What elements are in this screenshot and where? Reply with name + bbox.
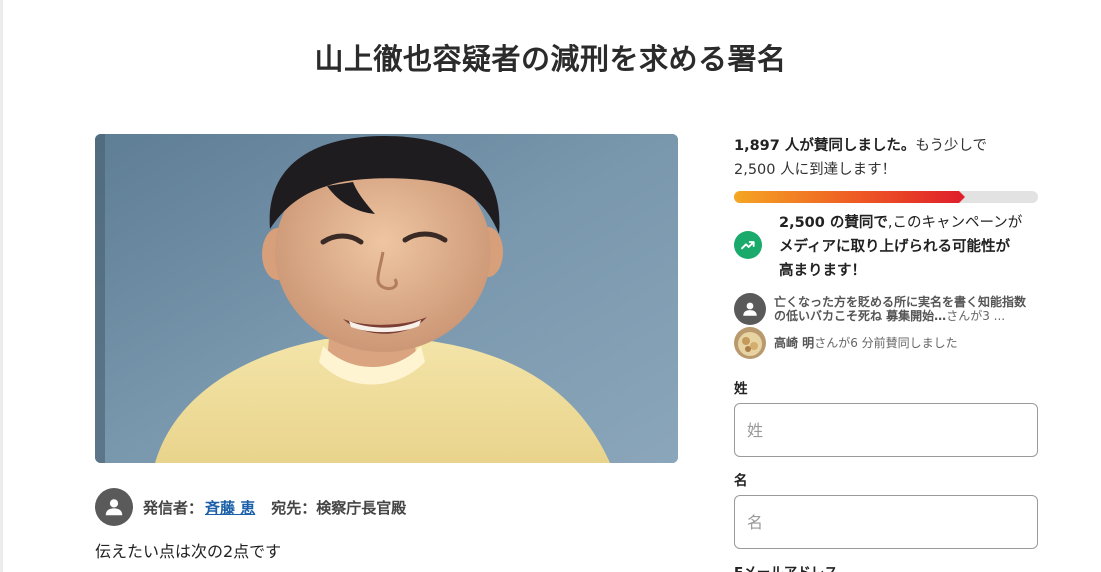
recent-signer-action: さんが3 ... <box>946 309 1006 323</box>
page-left-border <box>0 0 3 572</box>
sender-name-link[interactable]: 斉藤 恵 <box>205 497 255 518</box>
milestone-line3: 高まります！ <box>779 263 866 279</box>
recent-signer-item: 高崎 明さんが6 分前賛同しました <box>734 327 1038 359</box>
recent-signers: 亡くなった方を貶める所に実名を書く知能指数の低いバカこそ死ね 募集開始…さんが3… <box>734 293 1038 359</box>
signature-panel: 1,897 人が賛同しました。もう少しで 2,500 人に到達します！ 2,50… <box>734 134 1038 572</box>
recipient-label: 宛先：検察庁長官殿 <box>271 498 407 517</box>
last-name-label: 姓 <box>734 381 748 397</box>
signer-avatar <box>734 293 766 325</box>
progress-fill <box>734 191 959 203</box>
signature-count-text: 1,897 人が賛同しました。もう少しで 2,500 人に到達します！ <box>734 134 1038 182</box>
milestone-line1-rest: ,このキャンペーンが <box>887 215 1023 231</box>
email-label: Eメールアドレス <box>734 561 1038 572</box>
first-name-label: 名 <box>734 473 748 489</box>
recent-signer-item: 亡くなった方を貶める所に実名を書く知能指数の低いバカこそ死ね 募集開始…さんが3… <box>734 293 1038 325</box>
signer-photo-avatar <box>734 327 766 359</box>
milestone-text: 2,500 の賛同で,このキャンペーンが メディアに取り上げられる可能性が 高ま… <box>779 211 1022 283</box>
progress-tip <box>959 191 965 203</box>
signature-count: 1,897 人が賛同しました。 <box>734 138 916 154</box>
milestone-line1-bold: 2,500 の賛同で <box>779 215 888 231</box>
recent-signer-action: さんが6 分前賛同しました <box>814 336 958 350</box>
sender-label: 発信者： <box>143 498 204 517</box>
author-avatar <box>95 488 133 526</box>
recent-signer-name: 高崎 明 <box>774 336 815 350</box>
signature-progress-bar <box>734 191 1038 203</box>
first-name-input[interactable] <box>734 495 1038 549</box>
petition-author-line: 発信者： 斉藤 恵 宛先：検察庁長官殿 <box>95 488 406 526</box>
signature-goal-line2: 2,500 人に到達します！ <box>734 162 897 178</box>
trending-up-icon <box>734 231 762 259</box>
recent-signer-text: 亡くなった方を貶める所に実名を書く知能指数の低いバカこそ死ね 募集開始…さんが3… <box>774 295 1034 323</box>
signature-goal-line1: もう少しで <box>915 138 988 154</box>
petition-title: 山上徹也容疑者の減刑を求める署名 <box>314 42 787 76</box>
recent-signer-text: 高崎 明さんが6 分前賛同しました <box>774 336 958 350</box>
user-icon <box>105 499 123 516</box>
petition-photo <box>95 134 678 463</box>
last-name-input[interactable] <box>734 403 1038 457</box>
petition-intro-text: 伝えたい点は次の2点です <box>95 542 282 561</box>
user-icon <box>743 302 757 316</box>
milestone-message: 2,500 の賛同で,このキャンペーンが メディアに取り上げられる可能性が 高ま… <box>734 211 1038 283</box>
milestone-line2: メディアに取り上げられる可能性が <box>779 239 1010 255</box>
